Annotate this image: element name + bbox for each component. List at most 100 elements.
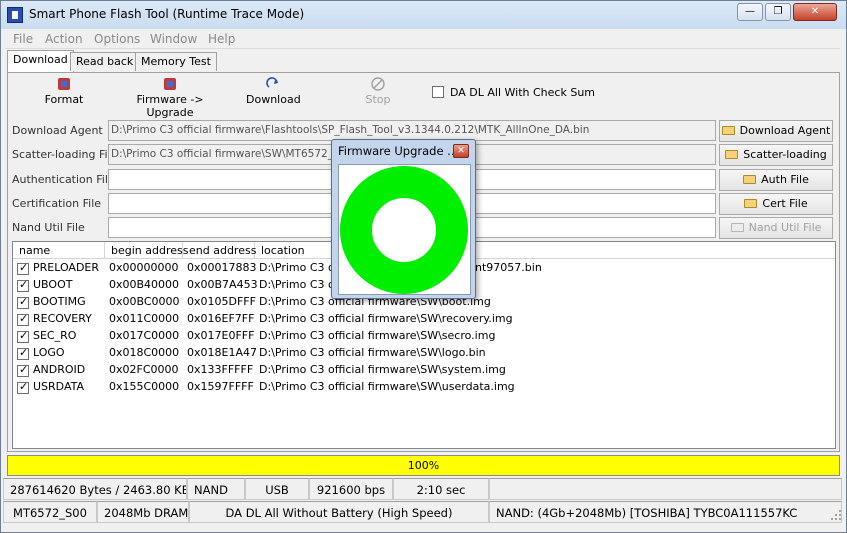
cell-begin: 0x02FC0000 <box>109 363 179 376</box>
minimize-button[interactable]: — <box>737 3 763 21</box>
cell-end: 0x133FFFFF <box>187 363 254 376</box>
table-row[interactable]: RECOVERY 0x011C0000 0x016EF7FF D:\Primo C3 … <box>13 311 835 328</box>
menu-action[interactable]: Action <box>45 32 83 46</box>
firmware-upgrade-button[interactable]: Firmware -> Upgrade <box>118 77 222 119</box>
stop-icon <box>371 77 385 91</box>
download-label: Download <box>246 93 301 106</box>
status-chip: MT6572_S00 <box>3 501 97 523</box>
status-bytes: 287614620 Bytes / 2463.80 KBps <box>3 478 187 500</box>
row-checkbox[interactable] <box>17 295 29 309</box>
progress-bar: 100% <box>7 455 840 476</box>
tab-download[interactable]: Download <box>7 50 74 72</box>
folder-icon <box>743 175 757 184</box>
table-row[interactable]: ANDROID 0x02FC0000 0x133FFFFF D:\Primo C3 o… <box>13 362 835 379</box>
stop-button[interactable]: Stop <box>362 77 394 106</box>
cell-begin: 0x018C0000 <box>109 346 180 359</box>
nand-util-button[interactable]: Nand Util File <box>719 217 833 239</box>
cell-location: D:\Primo C3 official firmware\SW\logo.bi… <box>259 346 486 359</box>
cell-end: 0x016EF7FF <box>187 312 255 325</box>
cell-name: PRELOADER <box>33 261 100 274</box>
progress-ring-icon <box>340 166 468 294</box>
window-title: Smart Phone Flash Tool (Runtime Trace Mo… <box>29 7 305 21</box>
row-checkbox[interactable] <box>17 346 29 360</box>
menu-bar: File Action Options Window Help <box>5 30 840 49</box>
progress-label: 100% <box>407 459 440 472</box>
row-checkbox[interactable] <box>17 363 29 377</box>
cell-begin: 0x011C0000 <box>109 312 180 325</box>
scatter-loading-button[interactable]: Scatter-loading <box>719 144 833 166</box>
cell-begin: 0x00B40000 <box>109 278 180 291</box>
cell-begin: 0x00000000 <box>109 261 179 274</box>
cell-location: D:\Primo C3 of <box>259 261 339 274</box>
stop-label: Stop <box>365 93 391 106</box>
cell-location: D:\Primo C3 official firmware\SW\userdat… <box>259 380 515 393</box>
download-button[interactable]: Download <box>246 77 301 106</box>
status-empty <box>489 478 842 500</box>
cell-begin: 0x155C0000 <box>109 380 180 393</box>
nand-util-label: Nand Util File <box>12 221 85 234</box>
dialog-title: Firmware Upgrade ... <box>338 144 459 158</box>
main-window: Smart Phone Flash Tool (Runtime Trace Mo… <box>0 0 847 533</box>
cert-button-label: Cert File <box>762 197 808 210</box>
table-row[interactable]: SEC_RO 0x017C0000 0x017E0FFF D:\Primo C3 of… <box>13 328 835 345</box>
cell-location: D:\Primo C3 official firmware\SW\system.… <box>259 363 506 376</box>
tab-read-back[interactable]: Read back <box>70 52 140 71</box>
cell-end: 0x0105DFFF <box>187 295 256 308</box>
cell-location: D:\Primo C3 official firmware\SW\secro.i… <box>259 329 496 342</box>
cert-file-button[interactable]: Cert File <box>719 193 833 215</box>
menu-window[interactable]: Window <box>150 32 197 46</box>
app-icon <box>7 7 23 23</box>
format-label: Format <box>44 93 84 106</box>
firmware-upgrade-icon <box>164 78 176 90</box>
column-name[interactable]: name <box>13 242 105 259</box>
cell-begin: 0x017C0000 <box>109 329 180 342</box>
row-checkbox[interactable] <box>17 312 29 326</box>
cell-name: BOOTIMG <box>33 295 86 308</box>
status-nand: NAND: (4Gb+2048Mb) [TOSHIBA] TYBC0A11155… <box>489 501 842 523</box>
nand-util-button-label: Nand Util File <box>748 221 822 234</box>
auth-label: Authentication File <box>12 173 115 186</box>
cell-name: LOGO <box>33 346 65 359</box>
checksum-label: DA DL All With Check Sum <box>450 86 596 99</box>
row-checkbox[interactable] <box>17 380 29 394</box>
auth-file-button[interactable]: Auth File <box>719 169 833 191</box>
dialog-close-button[interactable]: ✕ <box>453 144 469 158</box>
checksum-option[interactable]: DA DL All With Check Sum <box>432 86 595 99</box>
row-checkbox[interactable] <box>17 329 29 343</box>
column-begin-address[interactable]: begin address <box>105 242 188 259</box>
maximize-button[interactable]: ❐ <box>765 3 791 21</box>
cell-end: 0x1597FFFF <box>187 380 254 393</box>
status-mode: DA DL All Without Battery (High Speed) <box>189 501 489 523</box>
download-arrow-icon <box>266 77 278 88</box>
close-button[interactable]: ✕ <box>793 3 837 21</box>
table-row[interactable]: USRDATA 0x155C0000 0x1597FFFF D:\Primo C3 o… <box>13 379 835 396</box>
checksum-checkbox[interactable] <box>432 86 444 98</box>
cert-label: Certification File <box>12 197 102 210</box>
download-agent-button[interactable]: Download Agent <box>719 120 833 142</box>
auth-button-label: Auth File <box>761 173 809 186</box>
column-end-address[interactable]: end address <box>183 242 256 259</box>
menu-options[interactable]: Options <box>94 32 140 46</box>
cell-name: SEC_RO <box>33 329 77 342</box>
menu-help[interactable]: Help <box>208 32 235 46</box>
scatter-button-label: Scatter-loading <box>743 148 827 161</box>
table-row[interactable]: LOGO 0x018C0000 0x018E1A47D:\Primo C3 offi… <box>13 345 835 362</box>
format-icon <box>58 78 70 90</box>
row-checkbox[interactable] <box>17 261 29 275</box>
cell-end: 0x00017883 <box>187 261 257 274</box>
firmware-upgrade-label: Firmware -> Upgrade <box>136 93 204 119</box>
status-bar-transfer: 287614620 Bytes / 2463.80 KBps NAND USB … <box>3 478 844 500</box>
resize-grip-icon[interactable] <box>830 509 842 521</box>
tab-memory-test[interactable]: Memory Test <box>135 52 217 71</box>
cell-location-tail: nt97057.bin <box>475 261 542 274</box>
cell-begin: 0x00BC0000 <box>109 295 180 308</box>
row-checkbox[interactable] <box>17 278 29 292</box>
firmware-upgrade-dialog: Firmware Upgrade ... ✕ <box>331 139 476 299</box>
menu-file[interactable]: File <box>13 32 33 46</box>
cell-end: 0x00B7A453 <box>187 278 258 291</box>
download-agent-field[interactable]: D:\Primo C3 official firmware\Flashtools… <box>108 120 716 141</box>
format-button[interactable]: Format <box>44 77 84 106</box>
title-bar: Smart Phone Flash Tool (Runtime Trace Mo… <box>1 1 846 29</box>
download-agent-label: Download Agent <box>12 124 103 137</box>
cell-name: USRDATA <box>33 380 85 393</box>
